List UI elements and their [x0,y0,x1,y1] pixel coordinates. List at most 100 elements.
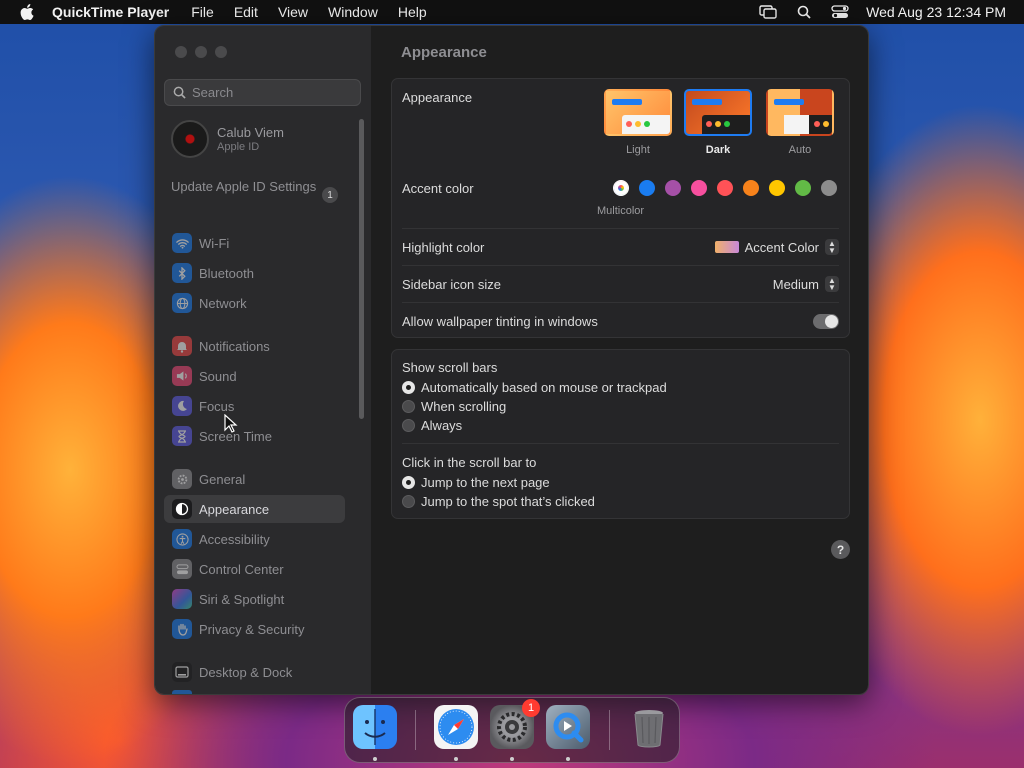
dock-safari[interactable] [434,705,478,749]
appearance-label: Appearance [402,89,473,105]
sidebar-item-label: Wi-Fi [199,235,230,251]
theme-auto[interactable]: Auto [766,89,834,156]
running-indicator [566,757,570,761]
theme-dark[interactable]: Dark [684,89,752,156]
screen-mirroring-icon[interactable] [758,4,778,20]
sidebar-item-general[interactable]: General [164,465,345,493]
radio-button[interactable] [402,400,415,413]
accent-purple[interactable] [665,180,681,196]
menu-file[interactable]: File [191,4,214,20]
system-settings-window: Calub Viem Apple ID Update Apple ID Sett… [154,25,869,695]
radio-label: Automatically based on mouse or trackpad [421,380,667,395]
radio-scroll-auto[interactable]: Automatically based on mouse or trackpad [402,380,667,395]
radio-button[interactable] [402,476,415,489]
radio-scroll-when-scrolling[interactable]: When scrolling [402,399,506,414]
sidebar-item-label: General [199,471,246,487]
next-item-icon [172,690,192,694]
sidebar-item-label: Privacy & Security [199,621,305,637]
sidebar-item-sound[interactable]: Sound [164,362,345,390]
apple-id-profile[interactable]: Calub Viem Apple ID [171,120,284,158]
apple-menu-icon[interactable] [18,3,36,21]
dock-system-settings[interactable]: 1 [490,699,540,749]
search-input[interactable] [192,85,352,100]
wallpaper-tinting-toggle[interactable] [813,313,839,329]
close-button[interactable] [175,46,187,58]
dock-finder[interactable] [353,705,397,749]
sidebar-item-label: Appearance [199,501,270,517]
sidebar-item-control-center[interactable]: Control Center [164,555,345,583]
spotlight-icon[interactable] [794,4,814,20]
radio-jump-spot-clicked[interactable]: Jump to the spot that’s clicked [402,494,595,509]
sidebar-item-label: Siri & Spotlight [199,591,285,607]
radio-jump-next-page[interactable]: Jump to the next page [402,475,550,490]
menu-bar: QuickTime Player File Edit View Window H… [0,0,1024,24]
search-field[interactable] [164,79,361,106]
click-scroll-bar-label: Click in the scroll bar to [402,455,537,470]
accent-multicolor[interactable] [613,180,629,196]
accent-blue[interactable] [639,180,655,196]
control-center-icon[interactable] [830,4,850,20]
gear-icon [172,469,192,489]
window-controls [175,46,227,58]
sidebar-icon-size-popup[interactable]: Medium ▲ ▼ [773,276,839,292]
accent-red[interactable] [717,180,733,196]
accent-graphite[interactable] [821,180,837,196]
radio-label: When scrolling [421,399,507,414]
accent-orange[interactable] [743,180,759,196]
minimize-button[interactable] [195,46,207,58]
update-apple-id-settings[interactable]: Update Apple ID Settings [171,179,341,195]
sidebar-item-focus[interactable]: Focus [164,392,345,420]
sidebar-item-desktop-dock[interactable]: Desktop & Dock [164,658,345,686]
appearance-card: Appearance Light Dark Auto Accent color … [391,78,850,338]
sidebar-item-notifications[interactable]: Notifications [164,332,345,360]
highlight-color-label: Highlight color [402,239,485,255]
wallpaper-tinting-label: Allow wallpaper tinting in windows [402,313,598,329]
bluetooth-icon [172,263,192,283]
running-indicator [373,757,377,761]
zoom-button[interactable] [215,46,227,58]
radio-scroll-always[interactable]: Always [402,418,462,433]
running-indicator [454,757,458,761]
accent-green[interactable] [795,180,811,196]
bell-icon [172,336,192,356]
radio-button[interactable] [402,381,415,394]
radio-button[interactable] [402,495,415,508]
trash-icon [634,710,664,748]
theme-light-thumbnail [604,89,672,136]
sidebar-item-bluetooth[interactable]: Bluetooth [164,259,345,287]
highlight-color-popup[interactable]: Accent Color ▲ ▼ [714,239,839,255]
menu-clock[interactable]: Wed Aug 23 12:34 PM [866,4,1006,20]
accent-pink[interactable] [691,180,707,196]
dock-divider [415,710,416,750]
sidebar-item-screen-time[interactable]: Screen Time [164,422,345,450]
radio-button[interactable] [402,419,415,432]
sidebar-icon-size-value: Medium [772,276,819,292]
hand-icon [172,619,192,639]
sidebar-item-wifi[interactable]: Wi-Fi [164,229,345,257]
divider [402,443,839,444]
help-button[interactable]: ? [831,540,850,559]
wifi-icon [172,233,192,253]
sidebar-item-label: Sound [199,368,237,384]
accent-color-picker [613,180,837,196]
sidebar-item-accessibility[interactable]: Accessibility [164,525,345,553]
sidebar-scrollbar[interactable] [359,119,364,419]
menu-view[interactable]: View [278,4,308,20]
dock-quicktime[interactable] [546,705,590,749]
sidebar-item-appearance[interactable]: Appearance [164,495,345,523]
menu-edit[interactable]: Edit [234,4,258,20]
sidebar-item-privacy-security[interactable]: Privacy & Security [164,615,345,643]
dock-trash[interactable] [627,705,671,749]
menu-window[interactable]: Window [328,4,378,20]
sidebar-item-network[interactable]: Network [164,289,345,317]
highlight-color-value: Accent Color [744,239,819,255]
sidebar-icon-size-label: Sidebar icon size [402,276,501,292]
accent-yellow[interactable] [769,180,785,196]
theme-light[interactable]: Light [604,89,672,156]
sidebar-item-label: Desktop & Dock [199,664,293,680]
menu-help[interactable]: Help [398,4,427,20]
menu-app-name[interactable]: QuickTime Player [52,4,169,20]
notification-badge: 1 [522,699,540,717]
sidebar-item-siri-spotlight[interactable]: Siri & Spotlight [164,585,345,613]
page-title: Appearance [401,44,487,61]
